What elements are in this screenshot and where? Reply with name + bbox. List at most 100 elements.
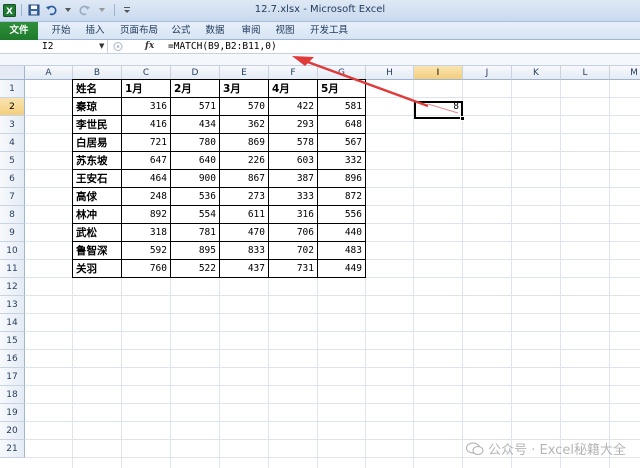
row-header-9[interactable]: 9 (0, 224, 25, 242)
row-header-5[interactable]: 5 (0, 152, 25, 170)
name-cell[interactable]: 王安石 (73, 170, 121, 188)
tab-file[interactable]: 文件 (0, 22, 38, 40)
value-cell[interactable]: 571 (171, 98, 219, 116)
value-cell[interactable]: 437 (220, 260, 268, 278)
row-header-10[interactable]: 10 (0, 242, 25, 260)
fill-handle[interactable] (460, 116, 465, 121)
value-cell[interactable]: 416 (122, 116, 170, 134)
column-header-e[interactable]: E (220, 66, 269, 80)
value-cell[interactable]: 273 (220, 188, 268, 206)
value-cell[interactable]: 578 (269, 134, 317, 152)
row-header-21[interactable]: 21 (0, 440, 25, 458)
row-header-15[interactable]: 15 (0, 332, 25, 350)
value-cell[interactable]: 760 (122, 260, 170, 278)
row-header-4[interactable]: 4 (0, 134, 25, 152)
value-cell[interactable]: 522 (171, 260, 219, 278)
value-cell[interactable]: 470 (220, 224, 268, 242)
row-header-7[interactable]: 7 (0, 188, 25, 206)
value-cell[interactable]: 900 (171, 170, 219, 188)
value-cell[interactable]: 362 (220, 116, 268, 134)
tab-page-layout[interactable]: 页面布局 (116, 22, 162, 40)
tab-home[interactable]: 开始 (46, 22, 76, 40)
value-cell[interactable]: 872 (318, 188, 365, 206)
table-header-cell[interactable]: 姓名 (73, 80, 121, 98)
value-cell[interactable]: 721 (122, 134, 170, 152)
insert-function-button[interactable]: fx (145, 40, 165, 53)
value-cell[interactable]: 896 (318, 170, 365, 188)
row-header-17[interactable]: 17 (0, 368, 25, 386)
column-header-b[interactable]: B (73, 66, 122, 80)
name-cell[interactable]: 关羽 (73, 260, 121, 278)
value-cell[interactable]: 780 (171, 134, 219, 152)
tab-data[interactable]: 数据 (202, 22, 228, 40)
table-header-cell[interactable]: 5月 (318, 80, 365, 98)
row-header-1[interactable]: 1 (0, 80, 25, 98)
column-header-i[interactable]: I (414, 66, 463, 80)
formula-options-icon[interactable] (112, 41, 124, 52)
value-cell[interactable]: 434 (171, 116, 219, 134)
value-cell[interactable]: 648 (318, 116, 365, 134)
value-cell[interactable]: 440 (318, 224, 365, 242)
value-cell[interactable]: 316 (269, 206, 317, 224)
name-cell[interactable]: 秦琼 (73, 98, 121, 116)
column-header-g[interactable]: G (318, 66, 366, 80)
value-cell[interactable]: 483 (318, 242, 365, 260)
value-cell[interactable]: 464 (122, 170, 170, 188)
formula-input[interactable]: =MATCH(B9,B2:B11,0) (168, 40, 277, 53)
value-cell[interactable]: 536 (171, 188, 219, 206)
table-header-cell[interactable]: 3月 (220, 80, 268, 98)
column-header-j[interactable]: J (463, 66, 512, 80)
value-cell[interactable]: 570 (220, 98, 268, 116)
name-cell[interactable]: 苏东坡 (73, 152, 121, 170)
row-header-2[interactable]: 2 (0, 98, 25, 116)
row-header-6[interactable]: 6 (0, 170, 25, 188)
value-cell[interactable]: 731 (269, 260, 317, 278)
tab-insert[interactable]: 插入 (82, 22, 108, 40)
value-cell[interactable]: 640 (171, 152, 219, 170)
row-header-8[interactable]: 8 (0, 206, 25, 224)
name-box-dropdown-icon[interactable]: ▼ (99, 40, 104, 53)
value-cell[interactable]: 554 (171, 206, 219, 224)
table-header-cell[interactable]: 1月 (122, 80, 170, 98)
value-cell[interactable]: 833 (220, 242, 268, 260)
column-header-m[interactable]: M (610, 66, 640, 80)
value-cell[interactable]: 332 (318, 152, 365, 170)
column-header-h[interactable]: H (366, 66, 414, 80)
value-cell[interactable]: 556 (318, 206, 365, 224)
name-cell[interactable]: 林冲 (73, 206, 121, 224)
name-cell[interactable]: 武松 (73, 224, 121, 242)
tab-developer[interactable]: 开发工具 (306, 22, 352, 40)
tab-formulas[interactable]: 公式 (168, 22, 194, 40)
row-header-19[interactable]: 19 (0, 404, 25, 422)
value-cell[interactable]: 318 (122, 224, 170, 242)
row-header-20[interactable]: 20 (0, 422, 25, 440)
name-cell[interactable]: 白居易 (73, 134, 121, 152)
value-cell[interactable]: 647 (122, 152, 170, 170)
value-cell[interactable]: 449 (318, 260, 365, 278)
value-cell[interactable]: 895 (171, 242, 219, 260)
row-header-14[interactable]: 14 (0, 314, 25, 332)
value-cell[interactable]: 422 (269, 98, 317, 116)
column-header-d[interactable]: D (171, 66, 220, 80)
worksheet-grid[interactable]: ABCDEFGHIJKLM 1 2 3 4 5 6 7 8 9 10 11 12 13 14 15 16 17 1… (0, 66, 640, 468)
name-cell[interactable]: 李世民 (73, 116, 121, 134)
value-cell[interactable]: 781 (171, 224, 219, 242)
row-header-12[interactable]: 12 (0, 278, 25, 296)
value-cell[interactable]: 702 (269, 242, 317, 260)
column-header-l[interactable]: L (561, 66, 610, 80)
name-cell[interactable]: 鲁智深 (73, 242, 121, 260)
table-header-cell[interactable]: 4月 (269, 80, 317, 98)
value-cell[interactable]: 706 (269, 224, 317, 242)
value-cell[interactable]: 226 (220, 152, 268, 170)
select-all-button[interactable] (0, 66, 25, 80)
tab-view[interactable]: 视图 (272, 22, 298, 40)
value-cell[interactable]: 581 (318, 98, 365, 116)
value-cell[interactable]: 592 (122, 242, 170, 260)
row-header-16[interactable]: 16 (0, 350, 25, 368)
value-cell[interactable]: 333 (269, 188, 317, 206)
value-cell[interactable]: 892 (122, 206, 170, 224)
value-cell[interactable]: 869 (220, 134, 268, 152)
value-cell[interactable]: 387 (269, 170, 317, 188)
row-header-13[interactable]: 13 (0, 296, 25, 314)
column-header-c[interactable]: C (122, 66, 171, 80)
